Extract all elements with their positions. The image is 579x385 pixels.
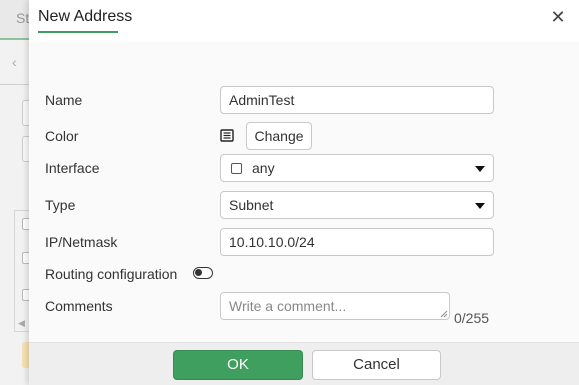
comments-label: Comments <box>45 298 113 314</box>
ip-netmask-label: IP/Netmask <box>45 234 118 250</box>
title-underline <box>38 31 118 33</box>
routing-configuration-label: Routing configuration <box>45 266 178 282</box>
interface-select[interactable]: any <box>220 154 494 182</box>
comments-counter: 0/255 <box>454 310 490 326</box>
chevron-down-icon <box>475 203 485 209</box>
ip-netmask-input[interactable]: 10.10.10.0/24 <box>220 228 494 256</box>
comments-placeholder: Write a comment... <box>229 298 347 314</box>
type-label: Type <box>45 197 76 213</box>
type-value: Subnet <box>229 197 274 213</box>
interface-icon <box>231 163 242 174</box>
name-label: Name <box>45 92 83 108</box>
comments-textarea[interactable]: Write a comment... <box>220 292 450 320</box>
interface-label: Interface <box>45 160 100 176</box>
cancel-button[interactable]: Cancel <box>312 350 441 380</box>
resize-grip-icon[interactable] <box>440 310 448 318</box>
close-icon[interactable]: ✕ <box>547 6 569 28</box>
dialog-body: Name AdminTest Color Change Interface an… <box>29 42 579 342</box>
chevron-down-icon <box>475 166 485 172</box>
interface-value: any <box>252 160 275 176</box>
type-select[interactable]: Subnet <box>220 191 494 219</box>
color-swatch-icon <box>220 129 234 142</box>
name-input[interactable]: AdminTest <box>220 86 494 114</box>
change-color-button[interactable]: Change <box>246 122 312 150</box>
scroll-left-icon: ◀ <box>18 318 25 328</box>
color-label: Color <box>45 128 79 144</box>
dialog-header: New Address ✕ <box>29 0 579 42</box>
back-arrow-icon: ‹ <box>12 54 17 70</box>
ok-button[interactable]: OK <box>173 350 303 380</box>
toggle-knob <box>195 269 202 276</box>
new-address-dialog: New Address ✕ Name AdminTest Color Chang… <box>29 0 579 385</box>
dialog-footer: OK Cancel <box>29 342 579 385</box>
dialog-title: New Address <box>38 8 133 25</box>
routing-configuration-toggle[interactable] <box>193 267 213 279</box>
